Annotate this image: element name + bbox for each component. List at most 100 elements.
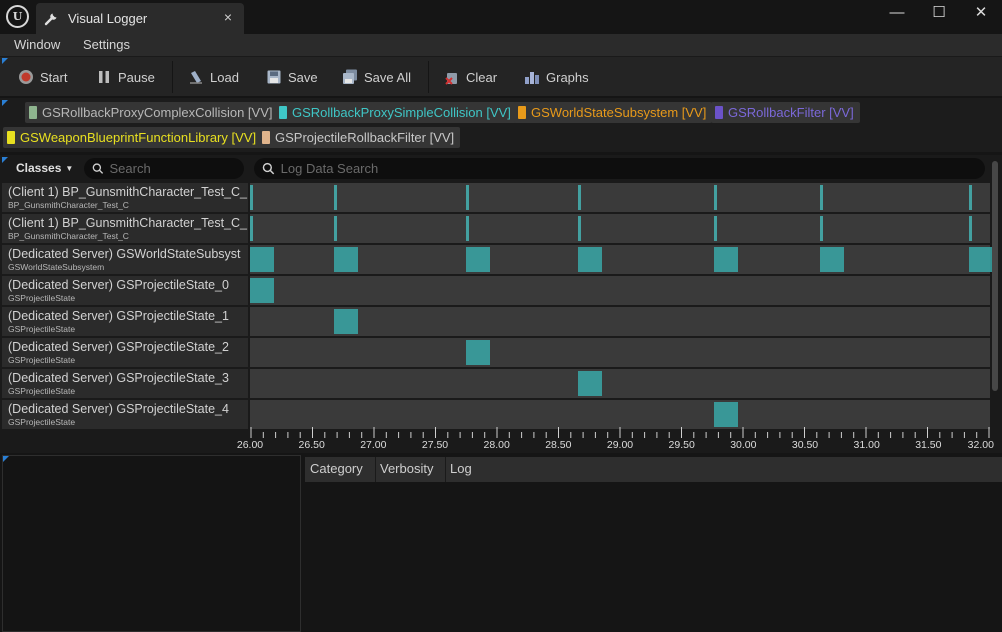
- column-divider[interactable]: [375, 457, 376, 482]
- save-all-button[interactable]: Save All: [342, 57, 411, 97]
- log-event-marker[interactable]: [578, 185, 582, 210]
- log-event-marker[interactable]: [250, 216, 253, 241]
- log-data-search: [254, 158, 985, 179]
- filter-chip[interactable]: GSWorldStateSubsystem [VV]: [514, 102, 713, 123]
- clear-icon: [445, 73, 457, 85]
- log-event-marker[interactable]: [578, 371, 603, 396]
- menu-settings[interactable]: Settings: [83, 37, 130, 52]
- timeline-row[interactable]: (Dedicated Server) GSProjectileState_2 GS…: [2, 338, 990, 367]
- log-event-marker[interactable]: [578, 247, 603, 272]
- classes-dropdown[interactable]: Classes ▼: [16, 158, 73, 178]
- load-button[interactable]: Load: [188, 57, 239, 97]
- tab-visual-logger[interactable]: Visual Logger ×: [36, 3, 244, 34]
- log-event-marker[interactable]: [465, 247, 490, 272]
- class-search-input[interactable]: [109, 161, 244, 176]
- log-event-marker[interactable]: [578, 216, 582, 241]
- log-event-marker[interactable]: [713, 247, 738, 272]
- row-label[interactable]: (Dedicated Server) GSProjectileState_1 GS…: [2, 307, 248, 336]
- log-event-marker[interactable]: [333, 309, 358, 334]
- log-data-search-input[interactable]: [280, 161, 985, 176]
- row-class-name: GSProjectileState: [8, 386, 76, 396]
- load-label: Load: [210, 69, 239, 85]
- title-bar: U Visual Logger × — ☐ ✕: [0, 0, 1002, 34]
- log-event-marker[interactable]: [250, 185, 253, 210]
- filter-chip[interactable]: GSProjectileRollbackFilter [VV]: [258, 127, 461, 148]
- save-all-label: Save All: [364, 69, 411, 85]
- row-label[interactable]: (Dedicated Server) GSProjectileState_4 GS…: [2, 400, 248, 429]
- timeline-row[interactable]: (Client 1) BP_GunsmithCharacter_Test_C_ B…: [2, 183, 990, 212]
- row-track[interactable]: [250, 183, 990, 212]
- log-event-marker[interactable]: [333, 247, 358, 272]
- log-event-marker[interactable]: [713, 185, 717, 210]
- log-event-marker[interactable]: [250, 247, 274, 272]
- column-verbosity[interactable]: Verbosity: [380, 461, 433, 476]
- filter-chip[interactable]: GSRollbackProxySimpleCollision [VV]: [275, 102, 517, 123]
- ruler-tick-label: 29.50: [668, 439, 695, 451]
- log-event-marker[interactable]: [819, 216, 823, 241]
- row-label[interactable]: (Dedicated Server) GSProjectileState_0 GS…: [2, 276, 248, 305]
- minimize-button[interactable]: —: [882, 4, 912, 22]
- log-event-marker[interactable]: [819, 247, 844, 272]
- filter-chip[interactable]: GSRollbackFilter [VV]: [711, 102, 860, 123]
- log-event-marker[interactable]: [465, 185, 469, 210]
- time-ruler[interactable]: 26.00 26.50 27.00 27.50 28.00 28.50 29.00 29.50…: [237, 425, 994, 453]
- filter-chip[interactable]: GSRollbackProxyComplexCollision [VV]: [25, 102, 279, 123]
- graphs-button[interactable]: Graphs: [524, 57, 589, 97]
- timeline-row[interactable]: (Dedicated Server) GSProjectileState_3 GS…: [2, 369, 990, 398]
- row-label[interactable]: (Client 1) BP_GunsmithCharacter_Test_C_ B…: [2, 214, 248, 243]
- pause-button[interactable]: Pause: [96, 57, 155, 97]
- close-window-button[interactable]: ✕: [966, 4, 996, 22]
- timeline-row[interactable]: (Dedicated Server) GSProjectileState_1 GS…: [2, 307, 990, 336]
- menu-window[interactable]: Window: [14, 37, 60, 52]
- save-button[interactable]: Save: [266, 57, 318, 97]
- toolbar-separator: [172, 61, 173, 93]
- filter-label: GSRollbackProxySimpleCollision [VV]: [292, 105, 511, 120]
- column-divider[interactable]: [445, 457, 446, 482]
- filter-chip[interactable]: GSWeaponBlueprintFunctionLibrary [VV]: [3, 127, 263, 148]
- start-button[interactable]: Start: [18, 57, 67, 97]
- row-track[interactable]: [250, 338, 990, 367]
- toolbar: Start Pause Load Save Save All Clear Gra…: [0, 56, 1002, 96]
- column-log[interactable]: Log: [450, 461, 472, 476]
- filter-color-swatch: [279, 106, 287, 119]
- log-event-marker[interactable]: [713, 216, 717, 241]
- log-event-marker[interactable]: [333, 216, 337, 241]
- column-category[interactable]: Category: [310, 461, 363, 476]
- timeline-row[interactable]: (Client 1) BP_GunsmithCharacter_Test_C_ B…: [2, 214, 990, 243]
- log-event-marker[interactable]: [250, 278, 274, 303]
- unreal-logo-icon[interactable]: U: [6, 5, 29, 28]
- log-event-marker[interactable]: [969, 185, 973, 210]
- log-event-marker[interactable]: [969, 247, 994, 272]
- graphs-label: Graphs: [546, 69, 589, 85]
- row-label[interactable]: (Dedicated Server) GSProjectileState_2 GS…: [2, 338, 248, 367]
- ruler-tick-label: 32.00: [967, 439, 994, 451]
- maximize-button[interactable]: ☐: [924, 4, 954, 22]
- log-event-marker[interactable]: [465, 340, 490, 365]
- log-event-marker[interactable]: [969, 216, 973, 241]
- row-track[interactable]: [250, 307, 990, 336]
- panel-corner-marker: [2, 100, 8, 106]
- timeline-row[interactable]: (Dedicated Server) GSWorldStateSubsyst GS…: [2, 245, 994, 274]
- category-filters: GSRollbackProxyComplexCollision [VV] GSR…: [0, 98, 1002, 152]
- row-track[interactable]: [250, 214, 990, 243]
- log-event-marker[interactable]: [465, 216, 469, 241]
- row-track[interactable]: [250, 369, 990, 398]
- row-label[interactable]: (Client 1) BP_GunsmithCharacter_Test_C_ B…: [2, 183, 248, 212]
- log-event-marker[interactable]: [333, 185, 337, 210]
- row-label[interactable]: (Dedicated Server) GSProjectileState_3 GS…: [2, 369, 248, 398]
- ruler-tick-label: 30.50: [791, 439, 819, 451]
- ruler-ticks: [250, 427, 990, 438]
- clear-button[interactable]: Clear: [444, 57, 497, 97]
- ruler-tick-label: 28.50: [545, 439, 572, 451]
- timeline-scrollbar[interactable]: [992, 161, 998, 391]
- row-track[interactable]: [250, 276, 990, 305]
- row-label[interactable]: (Dedicated Server) GSWorldStateSubsyst GS…: [2, 245, 248, 274]
- row-track[interactable]: [250, 245, 994, 274]
- log-event-marker[interactable]: [819, 185, 823, 210]
- filter-color-swatch: [7, 131, 15, 144]
- timeline-row[interactable]: (Dedicated Server) GSProjectileState_0 GS…: [2, 276, 990, 305]
- row-object-name: (Dedicated Server) GSProjectileState_4: [8, 402, 229, 416]
- tab-close-icon[interactable]: ×: [224, 9, 232, 25]
- log-event-marker[interactable]: [713, 402, 738, 427]
- filter-color-swatch: [262, 131, 270, 144]
